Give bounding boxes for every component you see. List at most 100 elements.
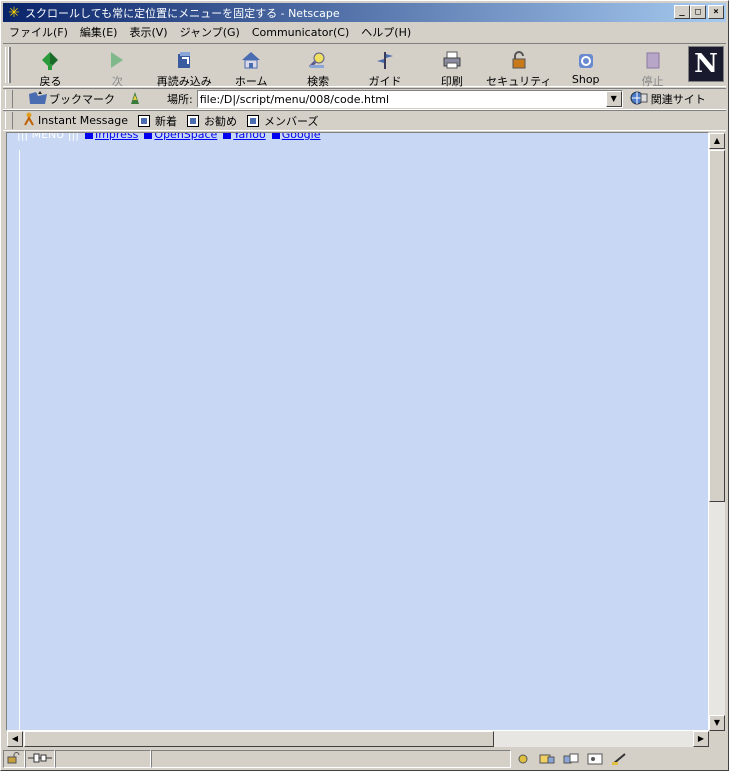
location-toolbar: ブックマーク 場所: ▼ 関連サイト bbox=[3, 88, 726, 110]
search-button[interactable]: 検索 bbox=[285, 46, 352, 88]
progress-cell bbox=[55, 750, 151, 768]
bookmark-label: ブックマーク bbox=[49, 93, 115, 106]
new-label: 新着 bbox=[155, 114, 177, 128]
status-message-cell bbox=[151, 750, 511, 768]
shop-button[interactable]: Shop bbox=[552, 46, 619, 86]
security-button[interactable]: セキュリティ bbox=[485, 46, 552, 88]
horizontal-scroll-thumb[interactable] bbox=[24, 731, 494, 747]
bookmark-folder-icon bbox=[27, 90, 49, 109]
personal-toolbar-grip[interactable] bbox=[5, 112, 13, 129]
print-icon bbox=[440, 49, 464, 71]
unlocked-padlock-icon bbox=[7, 751, 21, 767]
link-impress[interactable]: Impress bbox=[84, 133, 138, 141]
scroll-up-button[interactable]: ▲ bbox=[709, 133, 725, 149]
members-label: メンバーズ bbox=[264, 114, 319, 128]
location-label: 場所: bbox=[167, 93, 193, 106]
vertical-scroll-thumb[interactable] bbox=[709, 150, 725, 502]
menu-heading: ||| MENU ||| bbox=[17, 132, 79, 141]
minimize-button[interactable]: _ bbox=[674, 5, 690, 19]
navigator-component-icon[interactable] bbox=[515, 752, 531, 766]
browser-window: ✳ スクロールしても常に定位置にメニューを固定する - Netscape _ □… bbox=[0, 0, 729, 771]
related-globe-icon bbox=[629, 90, 651, 109]
composer-component-icon[interactable] bbox=[611, 752, 627, 766]
members-button[interactable]: メンバーズ bbox=[247, 113, 318, 129]
scroll-right-button[interactable]: ▶ bbox=[693, 731, 709, 747]
content-left-rule bbox=[19, 150, 20, 730]
forward-button[interactable]: 次 bbox=[84, 46, 151, 88]
forward-arrow-icon bbox=[105, 49, 129, 71]
netscape-logo[interactable]: N bbox=[688, 46, 724, 82]
related-sites-label: 関連サイト bbox=[650, 93, 706, 106]
title-bar[interactable]: ✳ スクロールしても常に定位置にメニューを固定する - Netscape _ □… bbox=[3, 3, 726, 22]
bookmark-page-icon bbox=[187, 114, 199, 127]
netscape-app-icon[interactable]: ✳ bbox=[6, 5, 22, 21]
back-arrow-icon bbox=[38, 49, 62, 71]
status-bar bbox=[3, 749, 726, 769]
vertical-scrollbar[interactable]: ▲ ▼ bbox=[709, 133, 725, 731]
personal-toolbar: Instant Message 新着 お勧め メンバーズ bbox=[3, 110, 726, 131]
print-button[interactable]: 印刷 bbox=[418, 46, 485, 88]
scroll-down-button[interactable]: ▼ bbox=[709, 715, 725, 731]
stop-button[interactable]: 停止 bbox=[619, 46, 686, 88]
location-toolbar-grip[interactable] bbox=[5, 90, 13, 108]
close-button[interactable]: × bbox=[708, 5, 724, 19]
link-yahoo[interactable]: Yahoo bbox=[223, 133, 266, 141]
menu-help[interactable]: ヘルプ(H) bbox=[355, 24, 417, 40]
location-field[interactable]: ▼ bbox=[196, 90, 623, 108]
url-input[interactable] bbox=[199, 92, 600, 106]
menu-file[interactable]: ファイル(F) bbox=[3, 24, 74, 40]
page-content[interactable]: ||| MENU ||| Impress OpenSpace Yahoo Goo… bbox=[6, 132, 709, 731]
bookmarks-button[interactable]: ブックマーク bbox=[27, 90, 143, 109]
url-dropdown-button[interactable]: ▼ bbox=[605, 91, 622, 107]
menu-view[interactable]: 表示(V) bbox=[123, 24, 173, 40]
menu-communicator[interactable]: Communicator(C) bbox=[246, 26, 355, 39]
reload-button[interactable]: 再読み込み bbox=[151, 46, 218, 88]
home-button[interactable]: ホーム bbox=[218, 46, 285, 88]
menu-bar: ファイル(F) 編集(E) 表示(V) ジャンプ(G) Communicator… bbox=[3, 23, 726, 41]
scroll-left-button[interactable]: ◀ bbox=[7, 731, 23, 747]
scroll-corner bbox=[709, 731, 725, 747]
square-bullet-icon bbox=[84, 133, 93, 139]
horizontal-scrollbar[interactable]: ◀ ▶ bbox=[7, 731, 709, 747]
new-button[interactable]: 新着 bbox=[138, 113, 177, 129]
guide-button[interactable]: ガイド bbox=[352, 46, 419, 88]
back-button[interactable]: 戻る bbox=[17, 46, 84, 88]
network-plug-icon bbox=[28, 753, 52, 766]
bookmark-page-icon bbox=[247, 114, 259, 127]
connection-status-cell[interactable] bbox=[25, 750, 55, 768]
toolbar-grip[interactable] bbox=[5, 47, 11, 83]
nav-buttons: 戻る 次 再読み込み ホーム 検索 ガイド 印刷 セキュリティ Shop 停止 bbox=[17, 46, 686, 88]
link-openspace[interactable]: OpenSpace bbox=[144, 133, 217, 141]
home-icon bbox=[239, 49, 263, 71]
menu-edit[interactable]: 編集(E) bbox=[74, 24, 124, 40]
security-lock-icon bbox=[507, 49, 531, 71]
square-bullet-icon bbox=[144, 133, 153, 139]
related-sites-button[interactable]: 関連サイト bbox=[629, 90, 706, 109]
link-google[interactable]: Google bbox=[271, 133, 321, 141]
square-bullet-icon bbox=[223, 133, 232, 139]
navigation-toolbar: 戻る 次 再読み込み ホーム 検索 ガイド 印刷 セキュリティ Shop 停止 … bbox=[3, 43, 726, 88]
instant-message-label: Instant Message bbox=[38, 114, 128, 127]
fixed-menu: ||| MENU ||| Impress OpenSpace Yahoo Goo… bbox=[17, 132, 321, 141]
reload-icon bbox=[172, 49, 196, 71]
menu-go[interactable]: ジャンプ(G) bbox=[174, 24, 246, 40]
page-proxy-icon[interactable] bbox=[127, 90, 143, 109]
instant-message-button[interactable]: Instant Message bbox=[23, 112, 128, 129]
window-controls: _ □ × bbox=[674, 5, 724, 19]
groups-component-icon[interactable] bbox=[563, 752, 579, 766]
square-bullet-icon bbox=[271, 133, 280, 139]
search-icon bbox=[306, 49, 330, 71]
window-title: スクロールしても常に定位置にメニューを固定する - Netscape bbox=[25, 6, 340, 20]
addressbook-component-icon[interactable] bbox=[587, 752, 603, 766]
recommended-label: お勧め bbox=[204, 114, 237, 128]
instant-message-icon bbox=[23, 112, 35, 129]
bookmark-page-icon bbox=[138, 114, 150, 127]
maximize-button[interactable]: □ bbox=[690, 5, 706, 19]
security-status-cell[interactable] bbox=[3, 750, 25, 768]
component-bar bbox=[511, 750, 631, 768]
mail-component-icon[interactable] bbox=[539, 752, 555, 766]
recommended-button[interactable]: お勧め bbox=[187, 113, 237, 129]
shop-icon bbox=[574, 49, 598, 71]
stop-icon bbox=[641, 49, 665, 71]
guide-icon bbox=[373, 49, 397, 71]
